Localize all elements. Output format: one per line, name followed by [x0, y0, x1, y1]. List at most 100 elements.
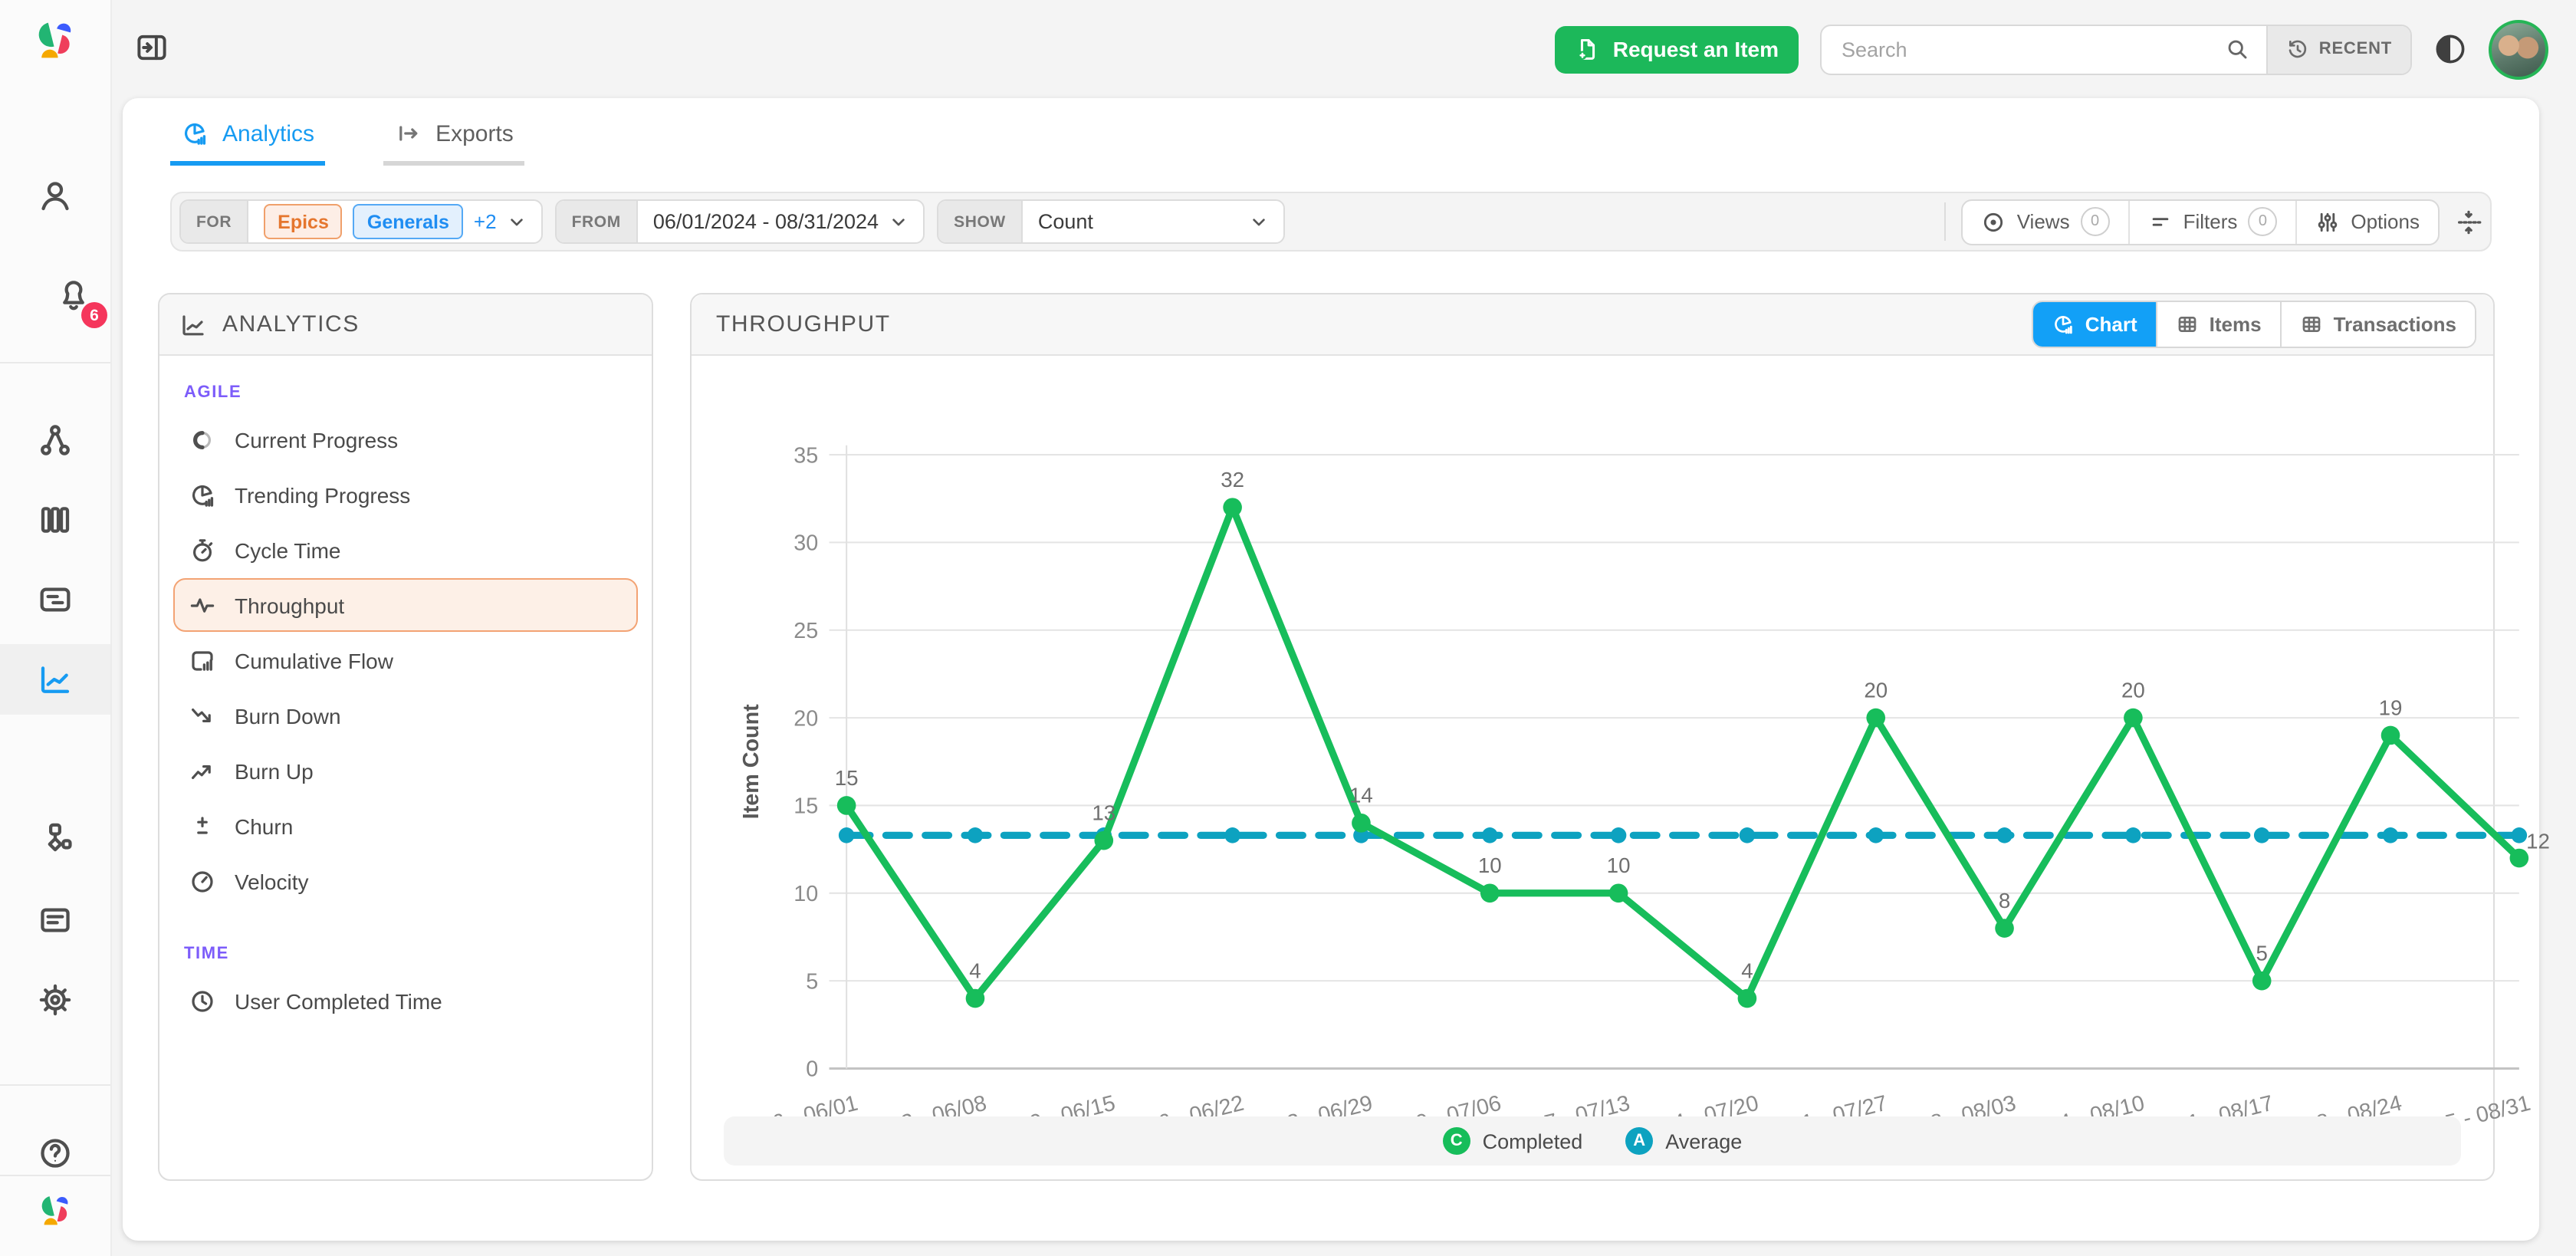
- analytics-item-label: Current Progress: [235, 427, 398, 452]
- analytics-item-label: Cumulative Flow: [235, 648, 393, 672]
- view-toggle: ChartItemsTransactions: [2032, 301, 2476, 348]
- throughput-card: THROUGHPUT ChartItemsTransactions 051015…: [690, 293, 2495, 1181]
- plus-minus-icon: [189, 812, 216, 840]
- form-icon[interactable]: [37, 902, 74, 939]
- legend-item-completed[interactable]: CCompleted: [1443, 1127, 1583, 1155]
- doc-plus-icon: [1575, 36, 1601, 62]
- divider: [1945, 202, 1947, 241]
- pie-bars-icon: [181, 120, 209, 147]
- svg-text:30: 30: [794, 531, 818, 556]
- help-icon[interactable]: [37, 1135, 74, 1172]
- pie-bars-icon: [2052, 313, 2075, 336]
- svg-text:32: 32: [1221, 468, 1244, 492]
- more-count: +2: [474, 210, 497, 233]
- chevron-down-icon: [1250, 212, 1268, 231]
- from-filter[interactable]: FROM 06/01/2024 - 08/31/2024: [555, 199, 925, 244]
- profile-icon[interactable]: [37, 178, 74, 215]
- notifications-bell-icon[interactable]: 6: [55, 293, 92, 319]
- views-button[interactable]: Views 0: [1963, 200, 2128, 243]
- hierarchy-icon[interactable]: [37, 422, 74, 459]
- gauge-icon: [189, 867, 216, 895]
- sliders-icon: [2315, 209, 2340, 234]
- view-toggle-chart[interactable]: Chart: [2033, 302, 2156, 347]
- eye-icon: [1982, 209, 2006, 234]
- theme-toggle-icon[interactable]: [2433, 32, 2467, 66]
- analytics-item-label: Churn: [235, 814, 293, 838]
- sidebar-divider: [0, 1084, 110, 1086]
- tab-exports[interactable]: Exports: [383, 120, 524, 166]
- pulse-icon: [189, 591, 216, 619]
- notification-badge: 6: [81, 302, 107, 328]
- analytics-item-current-progress[interactable]: Current Progress: [173, 413, 638, 466]
- view-toggle-items[interactable]: Items: [2156, 302, 2280, 347]
- analytics-item-label: Burn Up: [235, 758, 314, 783]
- collapse-icon[interactable]: [2455, 208, 2482, 235]
- options-button[interactable]: Options: [2295, 200, 2438, 243]
- sidebar-divider: [0, 1175, 110, 1176]
- analytics-item-cumulative-flow[interactable]: Cumulative Flow: [173, 633, 638, 687]
- view-toggle-transactions[interactable]: Transactions: [2280, 302, 2475, 347]
- analytics-item-trending-progress[interactable]: Trending Progress: [173, 468, 638, 521]
- main-card: Analytics Exports FOR Epics Generals +2 …: [123, 98, 2539, 1241]
- analytics-panel: ANALYTICS AGILECurrent ProgressTrending …: [158, 293, 653, 1181]
- legend-item-average[interactable]: AAverage: [1625, 1127, 1742, 1155]
- show-filter[interactable]: SHOW Count: [937, 199, 1285, 244]
- svg-text:20: 20: [794, 706, 818, 731]
- analytics-item-label: Cycle Time: [235, 538, 340, 562]
- filters-button[interactable]: Filters 0: [2128, 200, 2296, 243]
- table-grid-icon: [2176, 313, 2199, 336]
- for-filter[interactable]: FOR Epics Generals +2: [179, 199, 543, 244]
- kanban-columns-icon[interactable]: [37, 501, 74, 538]
- analytics-item-velocity[interactable]: Velocity: [173, 854, 638, 908]
- svg-text:15: 15: [794, 794, 818, 819]
- show-label: SHOW: [938, 201, 1023, 242]
- svg-text:19: 19: [2379, 695, 2403, 719]
- workflow-icon[interactable]: [37, 820, 74, 857]
- analytics-item-label: User Completed Time: [235, 988, 442, 1013]
- app-window: 6 Request an Item: [0, 0, 2576, 1256]
- throughput-header: THROUGHPUT ChartItemsTransactions: [692, 294, 2493, 356]
- section-label-time: TIME: [159, 932, 652, 972]
- analytics-item-cycle-time[interactable]: Cycle Time: [173, 523, 638, 577]
- tab-bar: Analytics Exports: [170, 120, 524, 166]
- analytics-item-user-completed-time[interactable]: User Completed Time: [173, 974, 638, 1027]
- panel-bars-icon: [189, 646, 216, 674]
- svg-text:8: 8: [1999, 889, 2010, 912]
- svg-text:5: 5: [806, 969, 818, 994]
- svg-text:20: 20: [1864, 678, 1888, 702]
- analytics-item-throughput[interactable]: Throughput: [173, 578, 638, 632]
- legend-label: Completed: [1483, 1129, 1583, 1152]
- recent-button[interactable]: RECENT: [2267, 25, 2410, 73]
- svg-text:12: 12: [2526, 830, 2550, 853]
- expand-sidebar-icon[interactable]: [135, 31, 169, 64]
- svg-text:10: 10: [794, 882, 818, 906]
- app-logo-small[interactable]: [35, 1192, 75, 1231]
- pie-bars-icon: [189, 481, 216, 508]
- avatar[interactable]: [2489, 19, 2548, 79]
- analytics-item-label: Burn Down: [235, 703, 341, 728]
- gear-icon[interactable]: [37, 981, 74, 1018]
- svg-text:4: 4: [969, 958, 981, 982]
- analytics-item-label: Velocity: [235, 869, 309, 893]
- svg-text:20: 20: [2121, 678, 2145, 702]
- analytics-item-burn-up[interactable]: Burn Up: [173, 744, 638, 797]
- analytics-panel-header: ANALYTICS: [159, 294, 652, 356]
- search-input[interactable]: [1838, 36, 2213, 62]
- analytics-item-churn[interactable]: Churn: [173, 799, 638, 853]
- line-chart-icon[interactable]: [37, 661, 74, 698]
- tab-analytics[interactable]: Analytics: [170, 120, 325, 166]
- view-options-group: Views 0 Filters 0 Options: [1962, 199, 2440, 245]
- chip-generals[interactable]: Generals: [353, 204, 463, 239]
- chip-epics[interactable]: Epics: [264, 204, 343, 239]
- analytics-item-burn-down[interactable]: Burn Down: [173, 689, 638, 742]
- views-count-badge: 0: [2081, 207, 2110, 236]
- chevron-down-icon: [508, 212, 526, 231]
- roadmap-icon[interactable]: [37, 581, 74, 618]
- table-grid-icon: [2300, 313, 2323, 336]
- throughput-title: THROUGHPUT: [716, 311, 891, 337]
- svg-text:25: 25: [794, 619, 818, 643]
- sidebar-divider: [0, 362, 110, 363]
- line-chart-icon: [179, 311, 207, 338]
- request-item-button[interactable]: Request an Item: [1555, 25, 1799, 73]
- filter-bar: FOR Epics Generals +2 FROM 06/01/2024 - …: [170, 192, 2492, 252]
